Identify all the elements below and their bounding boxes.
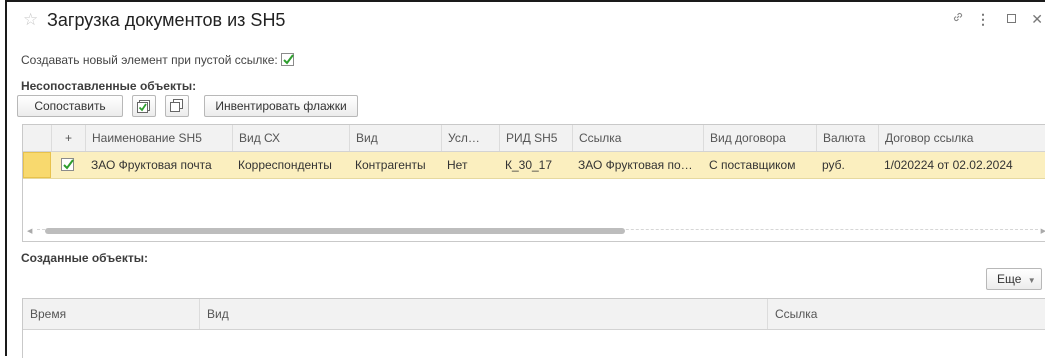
header-time[interactable]: Время — [23, 299, 199, 329]
horizontal-scrollbar[interactable]: ◀ ▶ — [23, 227, 1045, 235]
cell-contract-type: С поставщиком — [709, 158, 796, 172]
window: ☆ Загрузка документов из SH5 ⋮ ✕ Создава… — [5, 0, 1045, 358]
created-table-header: Время Вид Ссылка — [23, 299, 1045, 330]
uncheck-all-icon — [170, 99, 183, 112]
cell-contract-link: 1/020224 от 02.02.2024 — [884, 158, 1013, 172]
table-header: + Наименование SH5 Вид СХ Вид Усл… РИД S… — [23, 125, 1045, 152]
scroll-thumb[interactable] — [45, 228, 625, 234]
match-button[interactable]: Сопоставить — [17, 95, 123, 117]
checkmark-icon — [283, 54, 294, 65]
row-selector[interactable] — [23, 152, 51, 178]
link-icon[interactable] — [951, 10, 965, 28]
create-new-checkbox[interactable] — [281, 53, 295, 66]
header-name[interactable]: Наименование SH5 — [85, 125, 232, 151]
row-checkbox[interactable] — [61, 158, 74, 171]
checkmark-icon — [63, 159, 74, 170]
header-created-vid[interactable]: Вид — [199, 299, 767, 329]
header-currency[interactable]: Валюта — [816, 125, 878, 151]
cell-rid: К_30_17 — [505, 158, 553, 172]
uncheck-all-button[interactable] — [165, 95, 189, 117]
invert-flags-button[interactable]: Инвентировать флажки — [204, 95, 358, 117]
window-controls: ⋮ ✕ — [945, 10, 1045, 30]
scroll-right-icon[interactable]: ▶ — [1041, 227, 1045, 235]
scroll-left-icon[interactable]: ◀ — [27, 227, 32, 235]
header-vid-sh[interactable]: Вид СХ — [232, 125, 349, 151]
created-heading: Созданные объекты: — [21, 251, 148, 265]
more-label: Еще — [997, 272, 1022, 286]
maximize-icon[interactable] — [1007, 10, 1017, 28]
cell-vid-sh: Корреспонденты — [238, 158, 332, 172]
header-check[interactable]: + — [51, 125, 85, 151]
unmatched-heading: Несопоставленные объекты: — [21, 79, 197, 93]
check-all-icon — [137, 100, 150, 113]
title-bar: ☆ Загрузка документов из SH5 ⋮ ✕ — [7, 2, 1045, 38]
header-contract-link[interactable]: Договор ссылка — [878, 125, 1045, 151]
header-vid[interactable]: Вид — [349, 125, 441, 151]
create-new-label: Создавать новый элемент при пустой ссылк… — [21, 53, 278, 67]
header-selector — [23, 125, 51, 151]
cell-link: ЗАО Фруктовая по… — [578, 158, 693, 172]
header-link[interactable]: Ссылка — [572, 125, 703, 151]
header-rid[interactable]: РИД SH5 — [499, 125, 572, 151]
dropdown-arrow-icon: ▼ — [1027, 276, 1036, 285]
close-icon[interactable]: ✕ — [1031, 10, 1043, 28]
more-button[interactable]: Еще ▼ — [986, 268, 1042, 290]
table-row[interactable]: ЗАО Фруктовая почта Корреспонденты Контр… — [23, 152, 1045, 179]
header-contract-type[interactable]: Вид договора — [703, 125, 816, 151]
window-title: Загрузка документов из SH5 — [47, 10, 286, 30]
unmatched-table[interactable]: + Наименование SH5 Вид СХ Вид Усл… РИД S… — [22, 124, 1045, 242]
check-all-button[interactable] — [132, 95, 156, 117]
more-icon[interactable]: ⋮ — [976, 10, 990, 28]
cell-usl: Нет — [447, 158, 468, 172]
cell-currency: руб. — [822, 158, 845, 172]
created-table[interactable]: Время Вид Ссылка — [22, 298, 1045, 358]
star-icon[interactable]: ☆ — [23, 11, 38, 29]
create-new-option: Создавать новый элемент при пустой ссылк… — [21, 53, 295, 67]
header-usl[interactable]: Усл… — [441, 125, 499, 151]
row-check-cell[interactable] — [51, 152, 85, 178]
cell-name: ЗАО Фруктовая почта — [91, 158, 212, 172]
cell-vid: Контрагенты — [355, 158, 426, 172]
header-created-link[interactable]: Ссылка — [767, 299, 1045, 329]
